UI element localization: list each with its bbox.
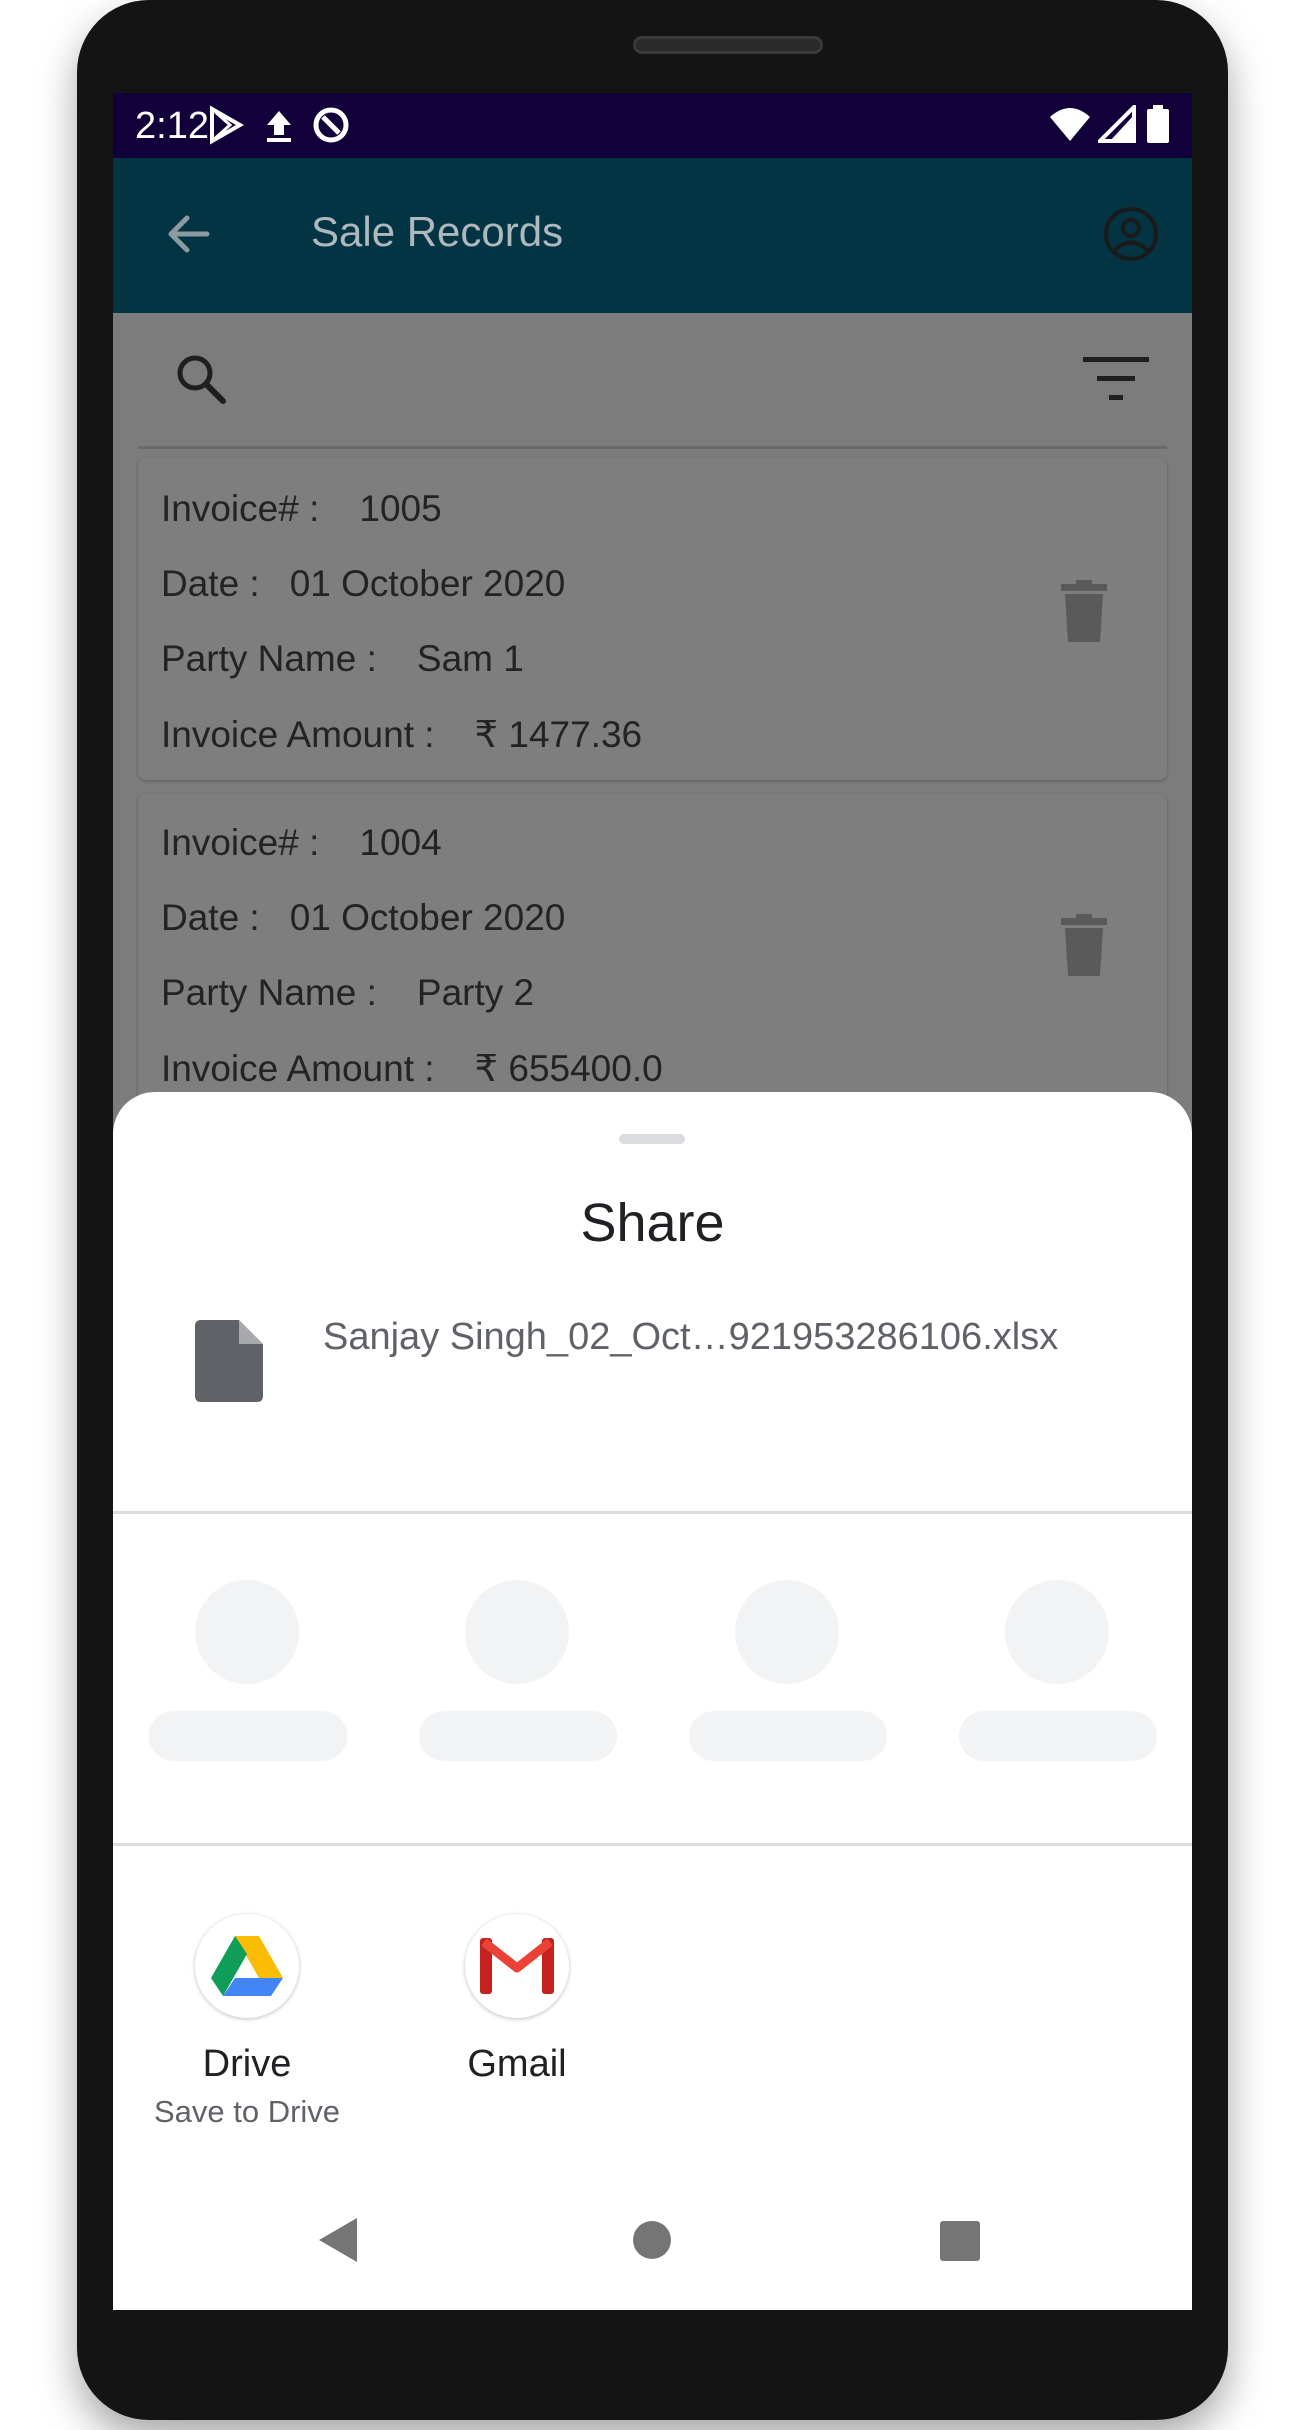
- file-icon: [195, 1320, 263, 1407]
- invoice-number: 1004: [359, 822, 442, 863]
- account-circle-icon[interactable]: [1102, 205, 1160, 268]
- app-subtitle: Save to Drive: [153, 2094, 341, 2129]
- share-target-label-placeholder: [959, 1711, 1157, 1761]
- amount-row: Invoice Amount : ₹ 1477.36: [161, 713, 642, 756]
- party-value: Party 2: [416, 972, 535, 1013]
- date-value: 01 October 2020: [289, 897, 566, 938]
- search-icon[interactable]: [173, 351, 229, 412]
- app-bar: Sale Records: [113, 158, 1192, 313]
- amount-label: Invoice Amount :: [161, 1048, 435, 1089]
- record-card[interactable]: Invoice# : 1004 Date : 01 October 2020 Par…: [138, 794, 1167, 1116]
- invoice-row: Invoice# : 1005: [161, 488, 442, 530]
- share-app-gmail[interactable]: Gmail: [417, 1914, 617, 2086]
- file-name: Sanjay Singh_02_Oct…921953286106.xlsx: [323, 1316, 1059, 1358]
- party-label: Party Name :: [161, 972, 377, 1013]
- divider: [113, 1843, 1192, 1846]
- party-row: Party Name : Sam 1: [161, 638, 524, 680]
- record-card[interactable]: Invoice# : 1005 Date : 01 October 2020 Par…: [138, 458, 1167, 780]
- battery-icon: [1146, 105, 1170, 150]
- signal-icon: [1095, 102, 1136, 150]
- sheet-drag-handle[interactable]: [619, 1134, 685, 1144]
- party-value: Sam 1: [416, 638, 524, 679]
- share-target-placeholder: [1005, 1580, 1109, 1684]
- app-label: Gmail: [467, 2043, 567, 2085]
- system-nav-bar: [113, 2189, 1192, 2310]
- party-label: Party Name :: [161, 638, 377, 679]
- party-row: Party Name : Party 2: [161, 972, 534, 1014]
- screen: 2:12 Sale Records Invoice#: 1005 Date:…: [113, 93, 1192, 2310]
- nav-back-icon[interactable]: [317, 2216, 359, 2269]
- delete-icon[interactable]: [1061, 580, 1107, 647]
- date-row: Date : 01 October 2020: [161, 897, 565, 939]
- date-label: Date :: [161, 563, 260, 604]
- share-sheet: Share Sanjay Singh_02_Oct…921953286106.x…: [113, 1092, 1192, 2310]
- nav-recents-icon[interactable]: [940, 2221, 980, 2266]
- invoice-number: 1005: [359, 488, 442, 529]
- filter-icon[interactable]: [1083, 355, 1149, 408]
- speaker-grille: [633, 36, 823, 54]
- date-label: Date :: [161, 897, 260, 938]
- arrow-left-icon[interactable]: [163, 208, 215, 265]
- invoice-label: Invoice# :: [161, 488, 320, 529]
- google-drive-icon: [195, 1914, 299, 2018]
- wifi-icon: [1048, 105, 1092, 150]
- share-target-label-placeholder: [419, 1711, 617, 1761]
- invoice-row: Invoice# : 1004: [161, 822, 442, 864]
- status-bar: 2:12: [113, 93, 1192, 158]
- share-target-placeholder: [195, 1580, 299, 1684]
- play-store-icon: [208, 105, 245, 150]
- status-time: 2:12: [135, 105, 209, 147]
- share-target-placeholder: [465, 1580, 569, 1684]
- page-title: Sale Records: [311, 208, 564, 255]
- share-target-label-placeholder: [689, 1711, 887, 1761]
- share-title: Share: [580, 1193, 725, 1253]
- amount-value: ₹ 655400.0: [474, 1048, 663, 1089]
- invoice-label: Invoice# :: [161, 822, 320, 863]
- date-row: Date : 01 October 2020: [161, 563, 565, 605]
- search-divider: [138, 446, 1167, 449]
- share-app-drive[interactable]: Drive Save to Drive: [147, 1914, 347, 2130]
- date-value: 01 October 2020: [289, 563, 566, 604]
- amount-value: ₹ 1477.36: [474, 714, 643, 755]
- nav-home-icon[interactable]: [632, 2220, 672, 2265]
- share-target-placeholder: [735, 1580, 839, 1684]
- app-label: Drive: [202, 2043, 292, 2085]
- sync-icon: [311, 105, 351, 150]
- search-bar[interactable]: [113, 313, 1192, 449]
- gmail-icon: [465, 1914, 569, 2018]
- upload-icon: [263, 105, 295, 150]
- share-target-label-placeholder: [149, 1711, 347, 1761]
- delete-icon[interactable]: [1061, 914, 1107, 981]
- amount-row: Invoice Amount : ₹ 655400.0: [161, 1047, 663, 1090]
- amount-label: Invoice Amount :: [161, 714, 435, 755]
- divider: [113, 1511, 1192, 1514]
